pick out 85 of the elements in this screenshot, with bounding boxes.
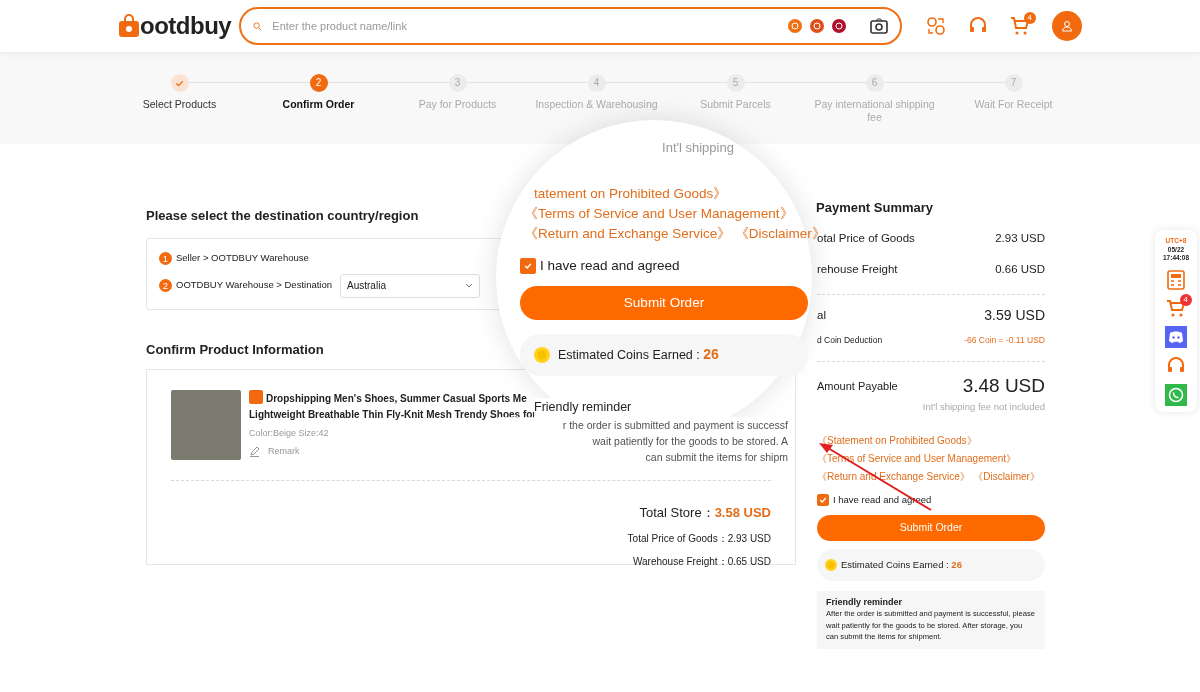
step-label: Pay for Products bbox=[417, 98, 498, 111]
reminder-text: r the order is submitted and payment is successf bbox=[561, 417, 788, 433]
policy-link[interactable]: 《Terms of Service and User Management》 bbox=[524, 205, 794, 221]
step-marker: 2 bbox=[309, 74, 328, 92]
country-select[interactable]: Australia bbox=[340, 273, 481, 298]
route-label: Seller > OOTDBUY Warehouse bbox=[176, 251, 309, 266]
step-label: Wait For Receipt bbox=[973, 98, 1054, 111]
step-marker: 5 bbox=[726, 74, 745, 92]
step-label: Inspection & Warehousing bbox=[534, 98, 659, 111]
reminder-title: Friendly reminder bbox=[534, 397, 632, 417]
price-value: 0.65 USD bbox=[727, 554, 771, 569]
coin-deduction-value: -66 Coin = -0.11 USD bbox=[964, 334, 1045, 347]
shop-logo-icon[interactable] bbox=[788, 19, 802, 33]
step-label: Confirm Order bbox=[281, 98, 356, 111]
product-name[interactable]: Lightweight Breathable Thin Fly-Knit Mesh Trendy Shoes for bbox=[249, 407, 537, 424]
submit-order-button[interactable]: Submit Order bbox=[520, 285, 808, 320]
step-label: Pay international shipping fee bbox=[813, 98, 936, 124]
shop-logo-icon[interactable] bbox=[832, 19, 846, 33]
coins-label: Estimated Coins Earned : 26 bbox=[558, 345, 719, 365]
step-number: 2 bbox=[159, 279, 172, 293]
amount-payable: 3.48 USD bbox=[962, 373, 1045, 398]
summary-label: rehouse Freight bbox=[817, 261, 898, 277]
cart-count-badge: 4 bbox=[1179, 293, 1192, 306]
cart-icon[interactable] bbox=[1166, 297, 1186, 318]
camera-icon[interactable] bbox=[870, 18, 888, 34]
shop-logo-icon[interactable] bbox=[810, 19, 824, 33]
cart-count-badge: 4 bbox=[1023, 12, 1036, 24]
coin-icon bbox=[534, 346, 550, 363]
step-marker: 4 bbox=[587, 74, 606, 92]
reminder-text: wait patiently for the goods to be stored. A bbox=[591, 433, 788, 449]
user-avatar[interactable] bbox=[1052, 11, 1082, 41]
section-title: Please select the destination country/region bbox=[146, 208, 419, 224]
policy-link[interactable]: 《Return and Exchange Service》 bbox=[524, 225, 732, 241]
summary-label: otal Price of Goods bbox=[817, 231, 915, 246]
reminder-text: can submit the items for shipm bbox=[644, 449, 788, 465]
search-icon bbox=[253, 21, 263, 31]
summary-label: d Coin Deduction bbox=[817, 334, 883, 347]
step-number: 1 bbox=[159, 252, 172, 266]
currency-exchange-icon[interactable] bbox=[926, 16, 946, 36]
step-marker: 6 bbox=[865, 74, 884, 92]
logo[interactable]: ootdbuy bbox=[140, 8, 232, 44]
summary-value: 3.59 USD bbox=[984, 306, 1045, 326]
chevron-down-icon bbox=[465, 283, 474, 289]
summary-value: 2.93 USD bbox=[995, 230, 1045, 246]
product-name[interactable]: Dropshipping Men's Shoes, Summer Casual Sports Me bbox=[249, 390, 527, 408]
user-icon bbox=[1061, 20, 1073, 32]
coins-label: Estimated Coins Earned : 26 bbox=[841, 557, 962, 572]
section-title: Confirm Product Information bbox=[146, 341, 324, 358]
coin-icon bbox=[825, 558, 837, 571]
check-icon bbox=[819, 495, 827, 504]
reminder-title: Friendly reminder bbox=[826, 596, 904, 609]
cart-icon[interactable] bbox=[1010, 16, 1030, 36]
store-icon bbox=[249, 390, 263, 405]
search-bar[interactable]: Enter the product name/link bbox=[239, 7, 902, 45]
summary-label: Amount Payable bbox=[817, 378, 898, 394]
chat-app-icon[interactable] bbox=[1165, 325, 1187, 348]
check-icon bbox=[524, 261, 532, 270]
step-marker: 3 bbox=[448, 74, 467, 92]
price-label: Warehouse Freight： bbox=[632, 554, 728, 569]
step-label: Select Products bbox=[141, 98, 218, 111]
photo-placeholder bbox=[171, 390, 241, 461]
price-label: Total Price of Goods： bbox=[627, 531, 728, 546]
total-value: 3.58 USD bbox=[714, 504, 771, 523]
section-title: Payment Summary bbox=[816, 200, 934, 216]
summary-value: 0.66 USD bbox=[995, 261, 1045, 277]
pencil-icon[interactable] bbox=[249, 445, 260, 457]
summary-label: al bbox=[817, 307, 826, 323]
submit-order-button[interactable]: Submit Order bbox=[817, 514, 1045, 541]
policy-link[interactable]: 《Return and Exchange Service》 bbox=[817, 470, 970, 482]
remark-link[interactable]: Remark bbox=[268, 444, 300, 459]
phone-bubble-icon[interactable] bbox=[1165, 383, 1187, 406]
product-spec: Color:Beige Size:42 bbox=[249, 427, 330, 441]
shipping-note: Int'l shipping bbox=[661, 139, 735, 157]
route-label: OOTDBUY Warehouse > Destination bbox=[176, 278, 333, 293]
checkbox[interactable] bbox=[817, 493, 829, 506]
check-icon bbox=[175, 78, 184, 88]
shopping-bag-icon bbox=[118, 14, 140, 38]
policy-link[interactable]: 《Disclaimer》 bbox=[973, 470, 1040, 482]
agree-label: I have read and agreed bbox=[540, 256, 680, 275]
total-label: Total Store： bbox=[639, 504, 715, 523]
policy-link[interactable]: tatement on Prohibited Goods》 bbox=[534, 185, 728, 201]
calculator-icon[interactable] bbox=[1167, 269, 1185, 290]
shipping-note: Int'l shipping fee not included bbox=[921, 400, 1045, 415]
step-label: Submit Parcels bbox=[699, 98, 772, 111]
price-value: 2.93 USD bbox=[727, 531, 771, 546]
